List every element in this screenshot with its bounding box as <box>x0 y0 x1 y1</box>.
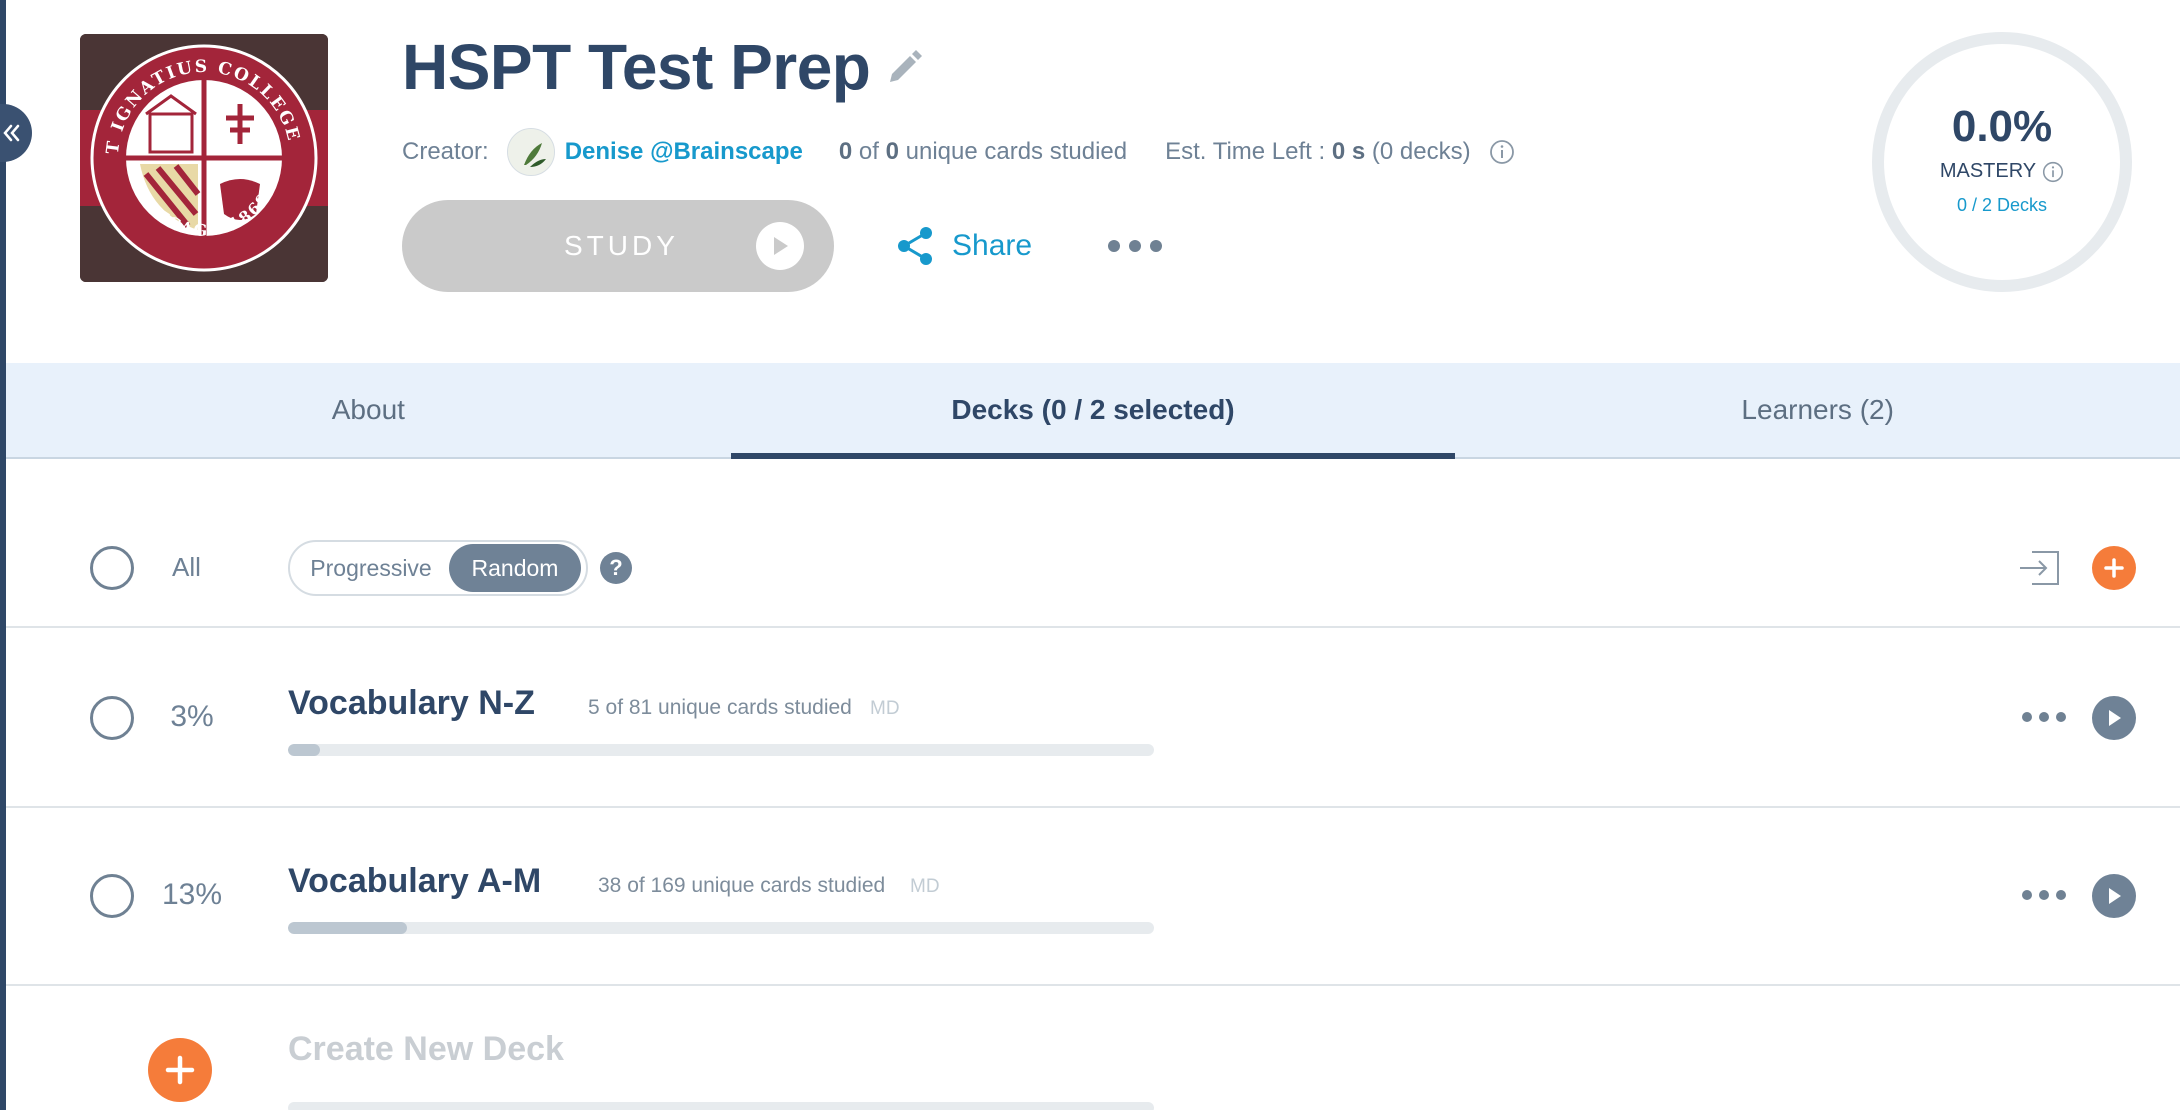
mode-random-option[interactable]: Random <box>449 544 581 592</box>
leaf-avatar-icon <box>507 129 554 175</box>
pencil-edit-icon[interactable] <box>882 46 926 90</box>
create-deck-add-icon[interactable] <box>148 1038 212 1102</box>
pack-tabs: About Decks (0 / 2 selected) Learners (2… <box>6 363 2180 459</box>
share-button[interactable]: Share <box>896 224 1032 268</box>
select-all-checkbox[interactable] <box>90 546 134 590</box>
deck-tag: MD <box>870 698 900 719</box>
mastery-decks-link[interactable]: 0 / 2 Decks <box>1957 195 2047 216</box>
ellipsis-dot <box>2056 890 2066 900</box>
ellipsis-dot <box>1108 240 1120 252</box>
study-mode-toggle[interactable]: Progressive Random <box>288 540 588 596</box>
deck-tag: MD <box>910 876 940 897</box>
deck-name[interactable]: Vocabulary N-Z <box>288 684 535 723</box>
deck-row[interactable]: 13% Vocabulary A-M 38 of 169 unique card… <box>6 808 2180 986</box>
deck-cards-studied: 38 of 169 unique cards studied <box>598 874 886 897</box>
study-button[interactable]: STUDY <box>402 200 834 292</box>
deck-options-button[interactable] <box>2022 710 2066 724</box>
create-deck-label[interactable]: Create New Deck <box>288 1030 564 1069</box>
create-deck-placeholder-bar <box>288 1102 1154 1110</box>
tab-learners[interactable]: Learners (2) <box>1455 363 2180 457</box>
sidebar-collapse-button[interactable] <box>0 104 32 162</box>
pack-meta-row: Creator: Denise @Brainscape 0 of 0 uniqu… <box>402 128 1515 176</box>
tab-about[interactable]: About <box>6 363 731 457</box>
deck-progress-fill <box>288 922 407 934</box>
cards-studied-summary: 0 of 0 unique cards studied <box>838 138 1128 165</box>
deck-name[interactable]: Vocabulary A-M <box>288 862 541 901</box>
select-all-label: All <box>172 552 201 582</box>
add-deck-icon[interactable] <box>2092 546 2136 590</box>
deck-play-button[interactable] <box>2092 696 2136 740</box>
ellipsis-dot <box>1129 240 1141 252</box>
more-options-button[interactable] <box>1108 232 1162 260</box>
ellipsis-dot <box>2022 712 2032 722</box>
school-seal-logo: SAINT IGNATIUS COLLEGE PREP CHICAGO 1869 <box>80 34 328 282</box>
creator-name-link[interactable]: Denise @Brainscape <box>565 138 803 166</box>
play-icon <box>2109 710 2121 726</box>
mastery-percentage: 0.0% <box>1951 102 2053 151</box>
deck-row[interactable]: 3% Vocabulary N-Z 5 of 81 unique cards s… <box>6 630 2180 808</box>
pack-title: HSPT Test Prep <box>402 31 871 103</box>
deck-mastery-percent: 3% <box>170 700 214 733</box>
create-deck-row[interactable]: Create New Deck <box>6 986 2180 1110</box>
deck-progress-bar <box>288 922 1154 934</box>
study-button-label: STUDY <box>564 230 679 261</box>
share-label: Share <box>952 229 1033 262</box>
help-icon[interactable]: ? <box>600 552 632 584</box>
mastery-ring: 0.0% MASTERY 0 / 2 Decks <box>1872 32 2132 292</box>
double-chevron-left-icon <box>3 124 20 142</box>
info-icon[interactable] <box>2042 161 2064 183</box>
ellipsis-dot <box>2039 712 2049 722</box>
ellipsis-dot <box>2022 890 2032 900</box>
deck-options-button[interactable] <box>2022 888 2066 902</box>
deck-controls-row: All Progressive Random ? <box>6 460 2180 628</box>
estimated-time-left: Est. Time Left : 0 s (0 decks) <box>1165 138 1471 165</box>
ellipsis-dot <box>2056 712 2066 722</box>
play-icon <box>756 222 804 270</box>
creator-avatar[interactable] <box>506 128 555 176</box>
mastery-label: MASTERY <box>1940 160 2064 183</box>
ellipsis-dot <box>2039 890 2049 900</box>
pack-logo: SAINT IGNATIUS COLLEGE PREP CHICAGO 1869 <box>80 34 328 282</box>
deck-cards-studied: 5 of 81 unique cards studied <box>588 696 852 719</box>
info-icon[interactable] <box>1489 139 1515 165</box>
deck-mastery-percent: 13% <box>161 878 223 911</box>
play-icon <box>2109 888 2121 904</box>
creator-label: Creator: <box>402 138 489 165</box>
share-icon <box>898 227 932 265</box>
deck-play-button[interactable] <box>2092 874 2136 918</box>
import-icon[interactable] <box>2018 548 2062 588</box>
tab-decks[interactable]: Decks (0 / 2 selected) <box>730 363 1456 459</box>
deck-progress-bar <box>288 744 1154 756</box>
deck-progress-fill <box>288 744 321 756</box>
ellipsis-dot <box>1150 240 1162 252</box>
mode-progressive-option[interactable]: Progressive <box>293 544 449 592</box>
